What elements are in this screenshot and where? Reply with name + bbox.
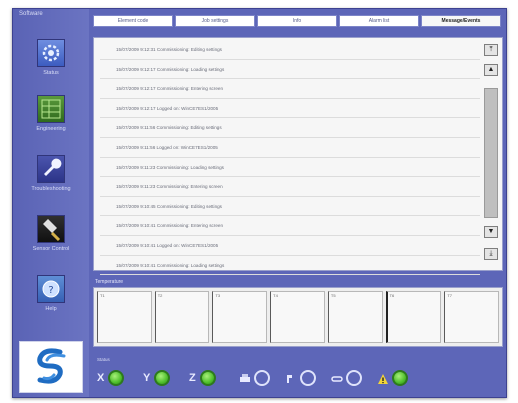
list-item[interactable]: 15/07/2009 9:10:41 Commissioning: Loadin…: [100, 256, 480, 276]
sidebar-item-help[interactable]: ? Help: [13, 275, 89, 312]
sidebar-item-label: Troubleshooting: [31, 186, 71, 192]
axis-z-label: Z: [189, 372, 196, 384]
axis-y-label: Y: [143, 372, 151, 384]
temperature-cell: T7: [444, 291, 500, 343]
gear-icon: [37, 39, 65, 67]
scroll-up-button[interactable]: ▲: [484, 64, 498, 76]
list-item[interactable]: 15/07/2009 9:10:41 Logged on: WinCE7ES1/…: [100, 236, 480, 256]
status-led-off: [300, 370, 316, 386]
temperature-panel: T1 T2 T3 T4 T5 T6 T7: [93, 287, 503, 347]
board-icon: [37, 95, 65, 123]
scroll-to-top-button[interactable]: ⤒: [484, 44, 498, 56]
list-item[interactable]: 15/07/2009 9:12:17 Commissioning: Enteri…: [100, 79, 480, 99]
event-log-list: 15/07/2009 9:12:31 Commissioning: Editin…: [100, 40, 480, 276]
sidebar-item-status[interactable]: Status: [13, 39, 89, 76]
list-item[interactable]: 15/07/2009 9:11:23 Commissioning: Loadin…: [100, 158, 480, 178]
list-item[interactable]: 15/07/2009 9:12:17 Logged on: WinCE7ES1/…: [100, 99, 480, 119]
tab-message-events[interactable]: Message/Events: [421, 15, 501, 27]
temperature-cell: T2: [154, 291, 210, 343]
axis-y-status: Y: [143, 367, 171, 389]
list-item[interactable]: 15/07/2009 9:11:23 Commissioning: Enteri…: [100, 177, 480, 197]
status-led-on: [199, 370, 216, 386]
axis-x-label: X: [97, 372, 105, 384]
temperature-cell: T3: [212, 291, 268, 343]
warning-status: [377, 367, 408, 389]
svg-text:?: ?: [48, 285, 53, 296]
temperature-cell: T4: [270, 291, 325, 343]
sidebar-title: Software: [19, 11, 43, 17]
list-item[interactable]: 15/07/2009 9:12:31 Commissioning: Editin…: [100, 40, 480, 60]
tab-info[interactable]: Info: [257, 15, 337, 27]
list-item[interactable]: 15/07/2009 9:10:41 Commissioning: Enteri…: [100, 216, 480, 236]
status-led-on: [392, 370, 408, 386]
sidebar-item-label: Status: [43, 70, 59, 76]
status-led-on: [154, 370, 171, 386]
temperature-cell: T1: [97, 291, 152, 343]
tab-bar: Element code Job settings Info Alarm lis…: [93, 15, 503, 27]
sidebar-item-label: Engineering: [36, 126, 66, 132]
list-item[interactable]: 15/07/2009 9:11:56 Commissioning: Editin…: [100, 118, 480, 138]
sidebar-item-label: Help: [45, 306, 57, 312]
event-log-panel: 15/07/2009 9:12:31 Commissioning: Editin…: [93, 37, 503, 276]
temperature-title: Temperature: [95, 279, 124, 285]
wrench-icon: [37, 155, 65, 183]
sidebar-item-engineering[interactable]: Engineering: [13, 95, 89, 132]
list-item[interactable]: 15/07/2009 9:12:17 Commissioning: Loadin…: [100, 60, 480, 80]
log-scrollbar[interactable]: ⤒ ▲ ▼ ⤓: [484, 44, 498, 266]
clamp-icon: [285, 372, 297, 384]
scroll-to-bottom-button[interactable]: ⤓: [484, 248, 498, 260]
printer-status: [239, 367, 270, 389]
list-item[interactable]: 15/07/2009 9:11:56 Logged on: WinCE7ES1/…: [100, 138, 480, 158]
list-item[interactable]: 15/07/2009 9:10:45 Commissioning: Editin…: [100, 197, 480, 217]
sidebar: Software Status Engineering Troubleshoot…: [13, 9, 89, 397]
status-bar-label: Status: [97, 357, 110, 362]
tab-element-code[interactable]: Element code: [93, 15, 173, 27]
company-logo: [19, 341, 83, 393]
sensor-icon: [37, 215, 65, 243]
scrollbar-track[interactable]: [484, 88, 498, 218]
sidebar-item-sensor-control[interactable]: Sensor Control: [13, 215, 89, 252]
link-status: [331, 367, 362, 389]
temperature-cell: T6: [385, 291, 442, 343]
sidebar-item-label: Sensor Control: [32, 246, 70, 252]
printer-icon: [239, 372, 251, 384]
axis-z-status: Z: [189, 367, 216, 389]
tab-alarm-list[interactable]: Alarm list: [339, 15, 419, 27]
tab-job-settings[interactable]: Job settings: [175, 15, 255, 27]
warning-icon: [377, 372, 389, 384]
status-led-off: [254, 370, 270, 386]
scroll-down-button[interactable]: ▼: [484, 226, 498, 238]
status-led-on: [108, 370, 125, 386]
axis-x-status: X: [97, 367, 125, 389]
temperature-cell: T5: [327, 291, 383, 343]
link-icon: [331, 372, 343, 384]
sidebar-item-troubleshooting[interactable]: Troubleshooting: [13, 155, 89, 192]
clamp-status: [285, 367, 316, 389]
status-bar: Status X Y Z: [93, 355, 503, 395]
status-led-off: [346, 370, 362, 386]
app-window: Software Status Engineering Troubleshoot…: [12, 8, 507, 398]
help-icon: ?: [37, 275, 65, 303]
